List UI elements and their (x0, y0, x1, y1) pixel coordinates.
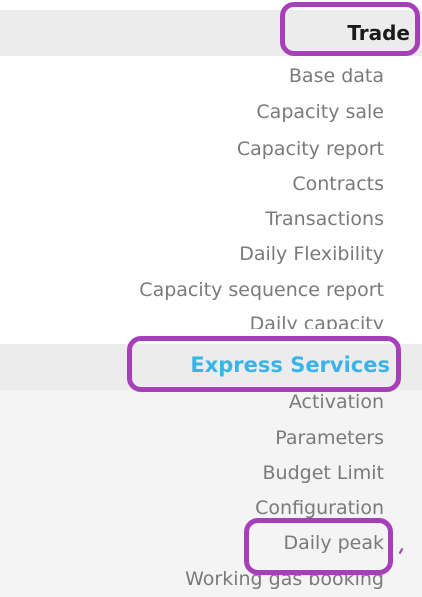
submenu-item-daily-peak[interactable]: Daily peak (283, 531, 384, 555)
menu-item-express-services[interactable]: Express Services (190, 353, 390, 377)
menu-item-daily-flexibility[interactable]: Daily Flexibility (239, 242, 384, 266)
submenu-item-configuration[interactable]: Configuration (255, 496, 384, 520)
menu-item-capacity-sale[interactable]: Capacity sale (256, 100, 384, 124)
submenu-item-budget-limit[interactable]: Budget Limit (263, 461, 384, 485)
menu-item-capacity-sequence-report[interactable]: Capacity sequence report (139, 278, 384, 302)
menu-item-capacity-report[interactable]: Capacity report (237, 137, 384, 161)
menu-item-contracts[interactable]: Contracts (292, 172, 384, 196)
submenu-item-working-gas-booking[interactable]: Working gas booking (185, 567, 384, 591)
express-services-submenu-bg (0, 390, 422, 597)
submenu-item-parameters[interactable]: Parameters (275, 426, 384, 450)
menu-item-base-data[interactable]: Base data (289, 64, 384, 88)
menu-clip-overlay (0, 329, 422, 344)
submenu-item-activation[interactable]: Activation (289, 390, 384, 414)
trade-menu-heading[interactable]: Trade (347, 21, 410, 45)
menu-item-transactions[interactable]: Transactions (265, 207, 384, 231)
trade-menu: Trade Base data Capacity sale Capacity r… (0, 0, 422, 597)
